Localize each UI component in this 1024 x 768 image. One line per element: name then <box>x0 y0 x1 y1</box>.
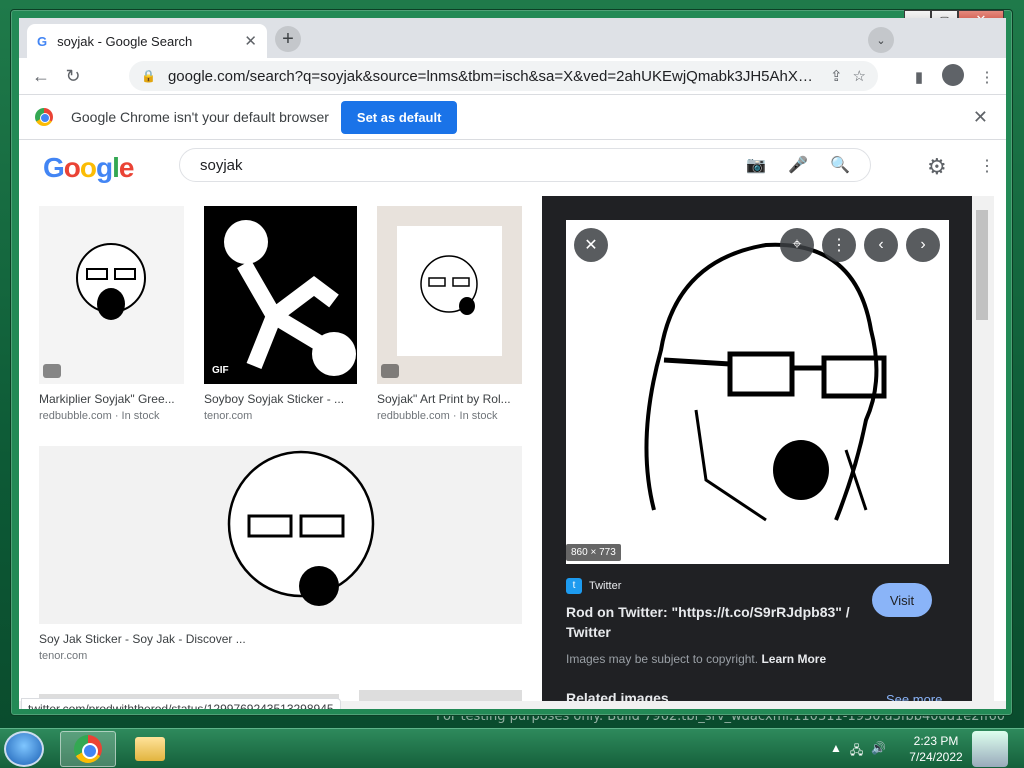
share-icon[interactable]: ⇪ <box>830 67 843 85</box>
show-hidden-icons[interactable]: ▲ <box>830 741 842 762</box>
learn-more-link[interactable]: Learn More <box>761 652 826 666</box>
result-title[interactable]: Soyboy Soyjak Sticker - ... <box>204 392 357 406</box>
prev-image-button[interactable]: ‹ <box>864 228 898 262</box>
volume-icon[interactable]: 🔊 <box>871 741 886 762</box>
chrome-icon <box>74 735 102 763</box>
soyjak-thumbnail-1 <box>76 243 146 320</box>
search-box[interactable]: soyjak 📷 🎤 🔍 <box>179 148 871 182</box>
result-thumbnail[interactable] <box>39 446 522 624</box>
network-icon[interactable]: 🖧 <box>850 741 863 762</box>
default-browser-infobar: Google Chrome isn't your default browser… <box>19 94 1006 140</box>
preview-image[interactable] <box>566 220 949 564</box>
google-results-page: Google soyjak 📷 🎤 🔍 ⚙ ⋮⋮ Markiplier Soyj… <box>19 140 994 709</box>
toolbar-right: ▮ ⋮ <box>908 64 998 90</box>
result-source: redbubble.com · In stock <box>39 410 160 422</box>
browser-window: ▁ ▢ ✕ G soyjak - Google Search ✕ + ⌄ ← →… <box>10 9 1013 716</box>
microphone-icon[interactable]: 🎤 <box>788 155 808 175</box>
close-infobar-icon[interactable]: ✕ <box>973 107 988 128</box>
scrollbar-thumb[interactable] <box>976 210 988 320</box>
result-title[interactable]: Markiplier Soyjak" Gree... <box>39 392 184 406</box>
new-tab-button[interactable]: + <box>275 26 301 52</box>
tab-soyjak[interactable]: G soyjak - Google Search ✕ <box>27 24 267 58</box>
soyjak-thumbnail-2 <box>224 220 356 376</box>
result-source: tenor.com <box>204 410 253 422</box>
soyjak-thumbnail-3 <box>397 226 502 356</box>
source-label: Twitter <box>589 580 622 592</box>
avatar-icon <box>942 64 964 86</box>
system-tray: ▲ 🖧 🔊 <box>830 741 886 762</box>
google-favicon-icon: G <box>37 33 48 49</box>
result-title[interactable]: Soyjak" Art Print by Rol... <box>377 392 522 406</box>
tab-search-button[interactable]: ⌄ <box>868 27 894 53</box>
chrome-logo-icon <box>35 108 53 126</box>
shopping-tag-icon <box>381 364 399 378</box>
image-results-grid: Markiplier Soyjak" Gree... redbubble.com… <box>19 196 542 709</box>
folder-icon <box>135 737 165 761</box>
tab-strip: G soyjak - Google Search ✕ + ⌄ <box>19 18 1006 58</box>
close-tab-icon[interactable]: ✕ <box>244 32 257 50</box>
status-bar-url: twitter.com/prodwiththerod/status/129976… <box>21 698 341 709</box>
image-dimensions: 860 × 773 <box>566 544 621 561</box>
apps-grid-icon[interactable]: ⋮⋮ <box>979 156 994 176</box>
preview-title[interactable]: Rod on Twitter: "https://t.co/S9rRJdpb83… <box>566 602 866 642</box>
toolbar: ← → ↻ 🔒 google.com/search?q=soyjak&sourc… <box>19 58 1006 423</box>
menu-kebab-icon[interactable]: ⋮ <box>976 68 998 86</box>
set-default-button[interactable]: Set as default <box>340 100 458 134</box>
lens-search-button[interactable]: ⌖ <box>780 228 814 262</box>
result-card[interactable]: Markiplier Soyjak" Gree... redbubble.com… <box>39 206 184 422</box>
tab-title: soyjak - Google Search <box>57 33 193 49</box>
result-card[interactable]: GIF Soyboy Soyjak Sticker - ... tenor.co… <box>204 206 357 422</box>
address-bar[interactable]: 🔒 google.com/search?q=soyjak&source=lnms… <box>129 61 878 91</box>
search-icon[interactable]: 🔍 <box>830 155 850 175</box>
taskbar: ▲ 🖧 🔊 2:23 PM 7/24/2022 <box>0 728 1024 768</box>
clock[interactable]: 2:23 PM 7/24/2022 <box>900 733 972 765</box>
copyright-text: Images may be subject to copyright. <box>566 652 759 666</box>
next-image-button[interactable]: › <box>906 228 940 262</box>
shopping-tag-icon <box>43 364 61 378</box>
close-preview-button[interactable]: ✕ <box>574 228 608 262</box>
more-options-button[interactable]: ⋮ <box>822 228 856 262</box>
google-logo[interactable]: Google <box>43 152 134 184</box>
gif-badge: GIF <box>208 363 233 378</box>
taskbar-chrome[interactable] <box>60 731 116 767</box>
result-source: tenor.com <box>39 650 88 662</box>
taskbar-explorer[interactable] <box>122 731 178 767</box>
google-header: Google soyjak 📷 🎤 🔍 ⚙ ⋮⋮ <box>19 140 994 196</box>
clock-date: 7/24/2022 <box>909 750 963 764</box>
camera-icon[interactable]: 📷 <box>746 155 766 175</box>
search-input[interactable]: soyjak <box>200 157 724 174</box>
infobar-message: Google Chrome isn't your default browser <box>71 109 329 125</box>
settings-gear-icon[interactable]: ⚙ <box>927 154 947 180</box>
preview-scrollbar[interactable] <box>972 196 994 709</box>
lock-icon[interactable]: 🔒 <box>141 69 156 83</box>
bookmark-star-icon[interactable]: ☆ <box>853 67 866 85</box>
result-thumbnail[interactable] <box>377 206 522 384</box>
preview-source[interactable]: t Twitter <box>566 578 621 594</box>
reload-button[interactable]: ↻ <box>57 66 89 87</box>
back-button[interactable]: ← <box>25 66 57 87</box>
user-icon[interactable] <box>972 731 1008 767</box>
visit-button[interactable]: Visit <box>872 583 932 617</box>
profile-button[interactable] <box>942 64 964 90</box>
twitter-icon: t <box>566 578 582 594</box>
result-source: redbubble.com · In stock <box>377 410 498 422</box>
result-thumbnail[interactable] <box>39 206 184 384</box>
result-thumbnail[interactable]: GIF <box>204 206 357 384</box>
soyjak-thumbnail-4 <box>227 450 375 606</box>
result-title[interactable]: Soy Jak Sticker - Soy Jak - Discover ... <box>39 632 522 646</box>
clock-time: 2:23 PM <box>913 734 959 748</box>
image-preview-panel: ✕ ⌖ ⋮ ‹ › 860 × 773 t Twitter Rod on Twi… <box>542 196 972 709</box>
copyright-notice: Images may be subject to copyright. Lear… <box>566 652 826 666</box>
side-panel-icon[interactable]: ▮ <box>908 68 930 86</box>
result-card[interactable]: Soyjak" Art Print by Rol... redbubble.co… <box>377 206 522 422</box>
url-text: google.com/search?q=soyjak&source=lnms&t… <box>167 67 820 85</box>
soyjak-preview-image <box>644 242 887 522</box>
start-button[interactable] <box>4 731 44 767</box>
chrome-frame: G soyjak - Google Search ✕ + ⌄ ← → ↻ 🔒 g… <box>19 18 1006 709</box>
result-card[interactable]: Soy Jak Sticker - Soy Jak - Discover ...… <box>39 446 522 662</box>
